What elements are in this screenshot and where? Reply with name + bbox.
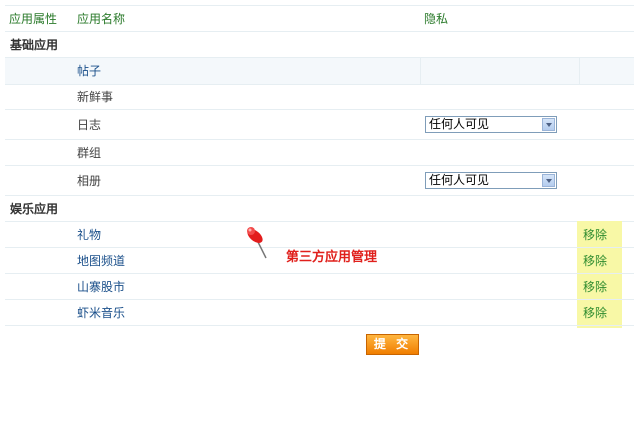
privacy-select-blog[interactable]: 任何人可见 xyxy=(425,116,557,133)
column-header-app-name: 应用名称 xyxy=(77,12,126,26)
submit-button[interactable]: 提 交 xyxy=(366,334,419,355)
privacy-select-album-value: 任何人可见 xyxy=(429,173,490,187)
app-link-gifts[interactable]: 礼物 xyxy=(77,227,101,243)
app-link-posts[interactable]: 帖子 xyxy=(77,63,101,79)
app-link-xiami-music[interactable]: 虾米音乐 xyxy=(77,305,125,321)
app-name-blog: 日志 xyxy=(77,118,102,132)
chevron-down-icon xyxy=(542,118,555,131)
app-link-shanzhai-stocks[interactable]: 山寨股市 xyxy=(77,279,125,295)
annotation-third-party-app-management: 第三方应用管理 xyxy=(286,250,378,265)
app-link-map-channel[interactable]: 地图频道 xyxy=(77,253,125,269)
remove-button-xiami-music[interactable]: 移除 xyxy=(583,305,607,321)
column-header-attribute: 应用属性 xyxy=(9,12,58,26)
pushpin-icon xyxy=(247,227,267,259)
privacy-select-album[interactable]: 任何人可见 xyxy=(425,172,557,189)
remove-button-shanzhai-stocks[interactable]: 移除 xyxy=(583,279,607,295)
group-entertainment-apps: 娱乐应用 xyxy=(10,202,59,216)
app-name-album: 相册 xyxy=(77,174,102,188)
app-name-newsfeed: 新鲜事 xyxy=(77,90,114,104)
chevron-down-icon xyxy=(542,174,555,187)
remove-button-gifts[interactable]: 移除 xyxy=(583,227,607,243)
privacy-select-blog-value: 任何人可见 xyxy=(429,117,490,131)
remove-button-map-channel[interactable]: 移除 xyxy=(583,253,607,269)
app-name-groups: 群组 xyxy=(77,146,102,160)
group-basic-apps: 基础应用 xyxy=(10,38,59,52)
column-header-privacy: 隐私 xyxy=(424,12,449,26)
